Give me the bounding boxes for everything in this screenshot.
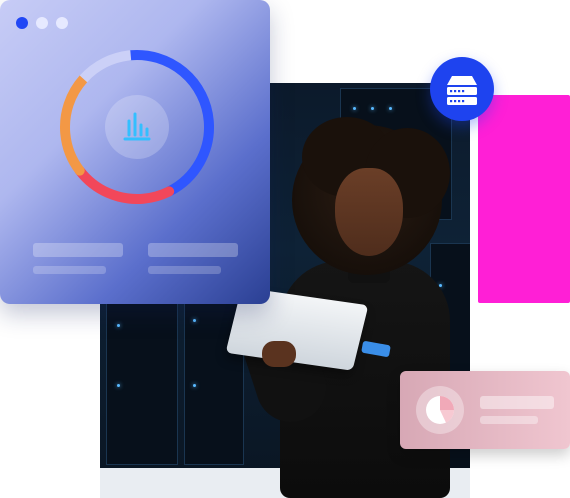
server-badge[interactable] bbox=[430, 57, 494, 121]
person-face bbox=[335, 168, 403, 256]
stats-mini-card bbox=[400, 371, 570, 449]
placeholder-bar bbox=[148, 243, 238, 257]
dashboard-card bbox=[0, 0, 270, 304]
donut-chart bbox=[60, 50, 214, 204]
placeholder-bar bbox=[148, 266, 221, 274]
donut-center bbox=[105, 95, 169, 159]
window-dot-primary bbox=[16, 17, 28, 29]
window-dot-tertiary bbox=[56, 17, 68, 29]
pie-chart-icon bbox=[426, 396, 455, 424]
placeholder-bar bbox=[480, 416, 538, 424]
window-dot-secondary bbox=[36, 17, 48, 29]
server-icon bbox=[447, 76, 477, 105]
magenta-accent-block bbox=[478, 95, 570, 303]
placeholder-bar bbox=[480, 396, 554, 409]
person-hand bbox=[262, 341, 296, 367]
placeholder-bar bbox=[33, 243, 123, 257]
placeholder-bar bbox=[33, 266, 106, 274]
